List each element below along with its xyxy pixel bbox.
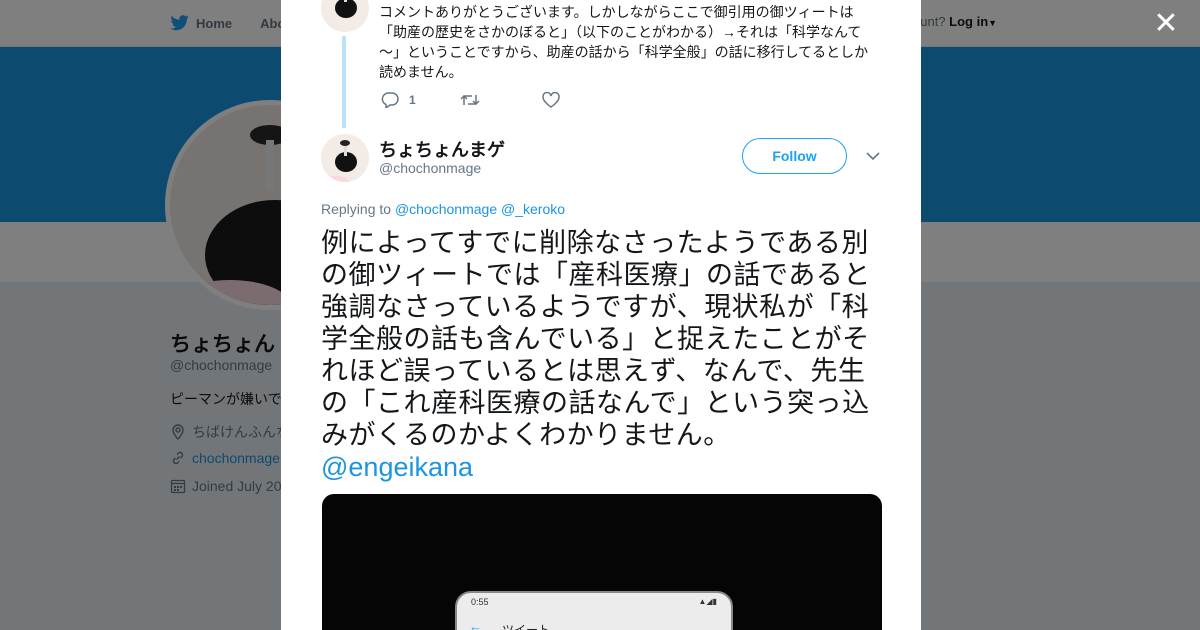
reply-count: 1 — [409, 93, 416, 107]
follow-button[interactable]: Follow — [742, 138, 847, 174]
previous-tweet-actions: 1 — [381, 92, 600, 108]
phone-screen-title: ツイート — [502, 623, 551, 630]
close-icon[interactable]: ✕ — [1152, 9, 1180, 39]
tweet-text: 例によってすでに削除なさったようである別の御ツィートでは「産科医療」の話であると… — [321, 228, 871, 450]
heart-icon — [541, 92, 560, 108]
thread-connector-line — [342, 36, 346, 128]
reply-icon — [381, 92, 399, 108]
tweet-modal: コメントありがとうございます。しかしながらここで御引用の御ツィートは「助産の歴史… — [281, 0, 921, 630]
previous-tweet-text: コメントありがとうございます。しかしながらここで御引用の御ツィートは「助産の歴史… — [379, 4, 869, 80]
phone-status-time: 0:55 — [471, 597, 489, 607]
phone-status-icons: ▲◢▮ — [698, 597, 717, 606]
chevron-down-icon[interactable] — [865, 148, 881, 164]
replying-mention-1[interactable]: @chochonmage — [395, 201, 497, 217]
author-avatar[interactable] — [321, 134, 369, 182]
chonmage-avatar-image — [321, 134, 369, 182]
author-handle[interactable]: @chochonmage — [379, 160, 481, 176]
back-arrow-icon: ← — [469, 619, 482, 630]
phone-screenshot: 0:55 ▲◢▮ ← ツイート — [455, 591, 733, 630]
chonmage-avatar-image — [321, 0, 369, 32]
like-action[interactable] — [541, 92, 560, 108]
replying-mention-2[interactable]: @_keroko — [501, 201, 565, 217]
author-name[interactable]: ちょちょんまゲ — [379, 136, 505, 162]
reply-action[interactable]: 1 — [381, 92, 416, 108]
previous-tweet-avatar[interactable] — [321, 0, 369, 32]
tweet-media-image[interactable]: 0:55 ▲◢▮ ← ツイート — [322, 494, 882, 630]
retweet-icon — [460, 94, 480, 106]
tweet-mention-link[interactable]: @engeikana — [321, 451, 473, 483]
replying-to: Replying to @chochonmage @_keroko — [321, 201, 565, 217]
replying-prefix: Replying to — [321, 201, 392, 217]
retweet-action[interactable] — [460, 93, 480, 107]
